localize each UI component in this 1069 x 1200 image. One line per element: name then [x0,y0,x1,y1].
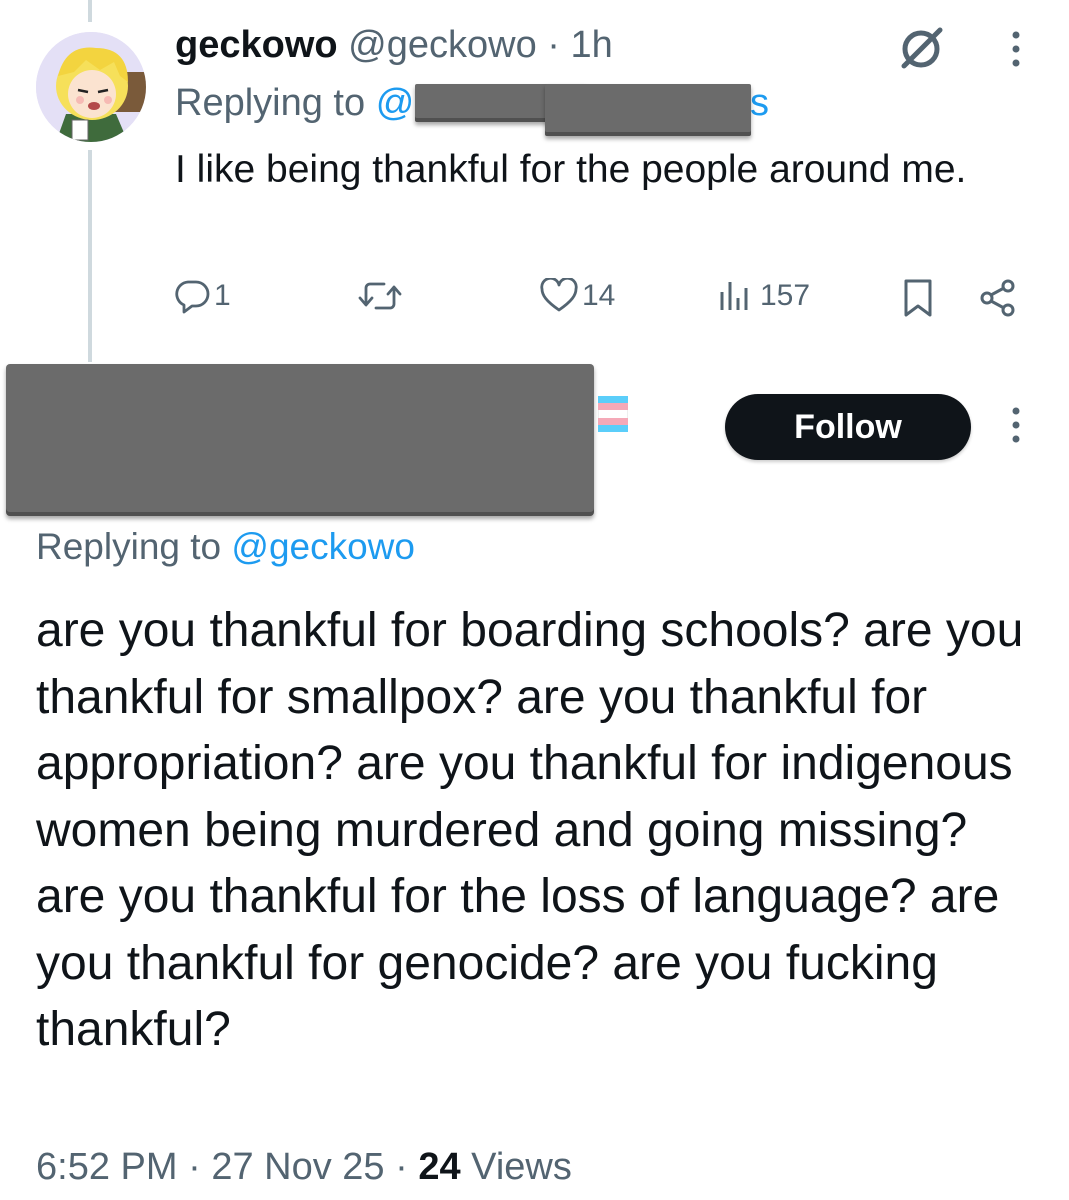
like-icon [540,278,578,312]
reply-button[interactable]: 1 [174,278,231,314]
tweet-header: geckowo @geckowo · 1h [175,24,613,67]
bookmark-button[interactable] [902,278,934,318]
flag-emoji-icon [598,396,628,432]
tweet-time[interactable]: 6:52 PM [36,1146,178,1188]
flag-stripe [598,403,628,411]
replying-to-handle[interactable]: @geckowo [231,526,415,567]
follow-button[interactable]: Follow [725,394,971,460]
replying-to: Replying to @ [175,82,414,125]
replying-to-label: Replying to [36,526,222,567]
views-button[interactable]: 157 [718,278,810,314]
tweet-time[interactable]: 1h [571,24,613,66]
tweet-meta: 6:52 PM · 27 Nov 25 · 24 Views [36,1146,572,1189]
like-button[interactable]: 14 [540,278,615,314]
replying-to: Replying to @geckowo [36,526,415,568]
bookmark-icon [904,279,932,317]
reply-icon [175,280,210,314]
reply-count: 1 [214,279,231,312]
user-handle[interactable]: @geckowo [348,24,537,66]
retweet-icon [358,282,402,310]
retweet-button[interactable] [358,278,406,314]
views-count: 157 [760,279,811,312]
flag-stripe [598,417,628,425]
avatar-image [36,32,146,142]
share-button[interactable] [978,278,1018,318]
flag-stripe [598,396,628,404]
replying-to-label: Replying to [175,82,366,124]
tweet-text: I like being thankful for the people aro… [175,148,967,191]
share-icon [980,279,1015,317]
thread-connector-line [88,150,92,362]
redaction-box [545,84,751,136]
views-label: Views [471,1146,572,1188]
more-options-icon[interactable] [1008,406,1024,446]
flag-stripe [598,424,628,432]
tweet-text: are you thankful for boarding schools? a… [36,604,1024,1056]
meta-separator: · [188,1146,201,1188]
views-count[interactable]: 24 [418,1146,460,1188]
meta-separator: · [395,1146,408,1188]
like-count: 14 [582,279,616,312]
replying-to-handle-end[interactable]: s [750,82,769,125]
thread-line-top [88,0,92,22]
replying-to-handle-start[interactable]: @ [376,82,415,124]
tweet-date[interactable]: 27 Nov 25 [211,1146,384,1188]
grok-icon[interactable] [896,22,948,74]
display-name[interactable]: geckowo [175,24,338,66]
more-options-icon[interactable] [1008,30,1024,70]
header-separator: · [547,24,560,66]
views-icon [720,282,748,310]
redaction-box [6,364,594,516]
flag-stripe [598,410,628,418]
avatar[interactable] [36,32,146,142]
